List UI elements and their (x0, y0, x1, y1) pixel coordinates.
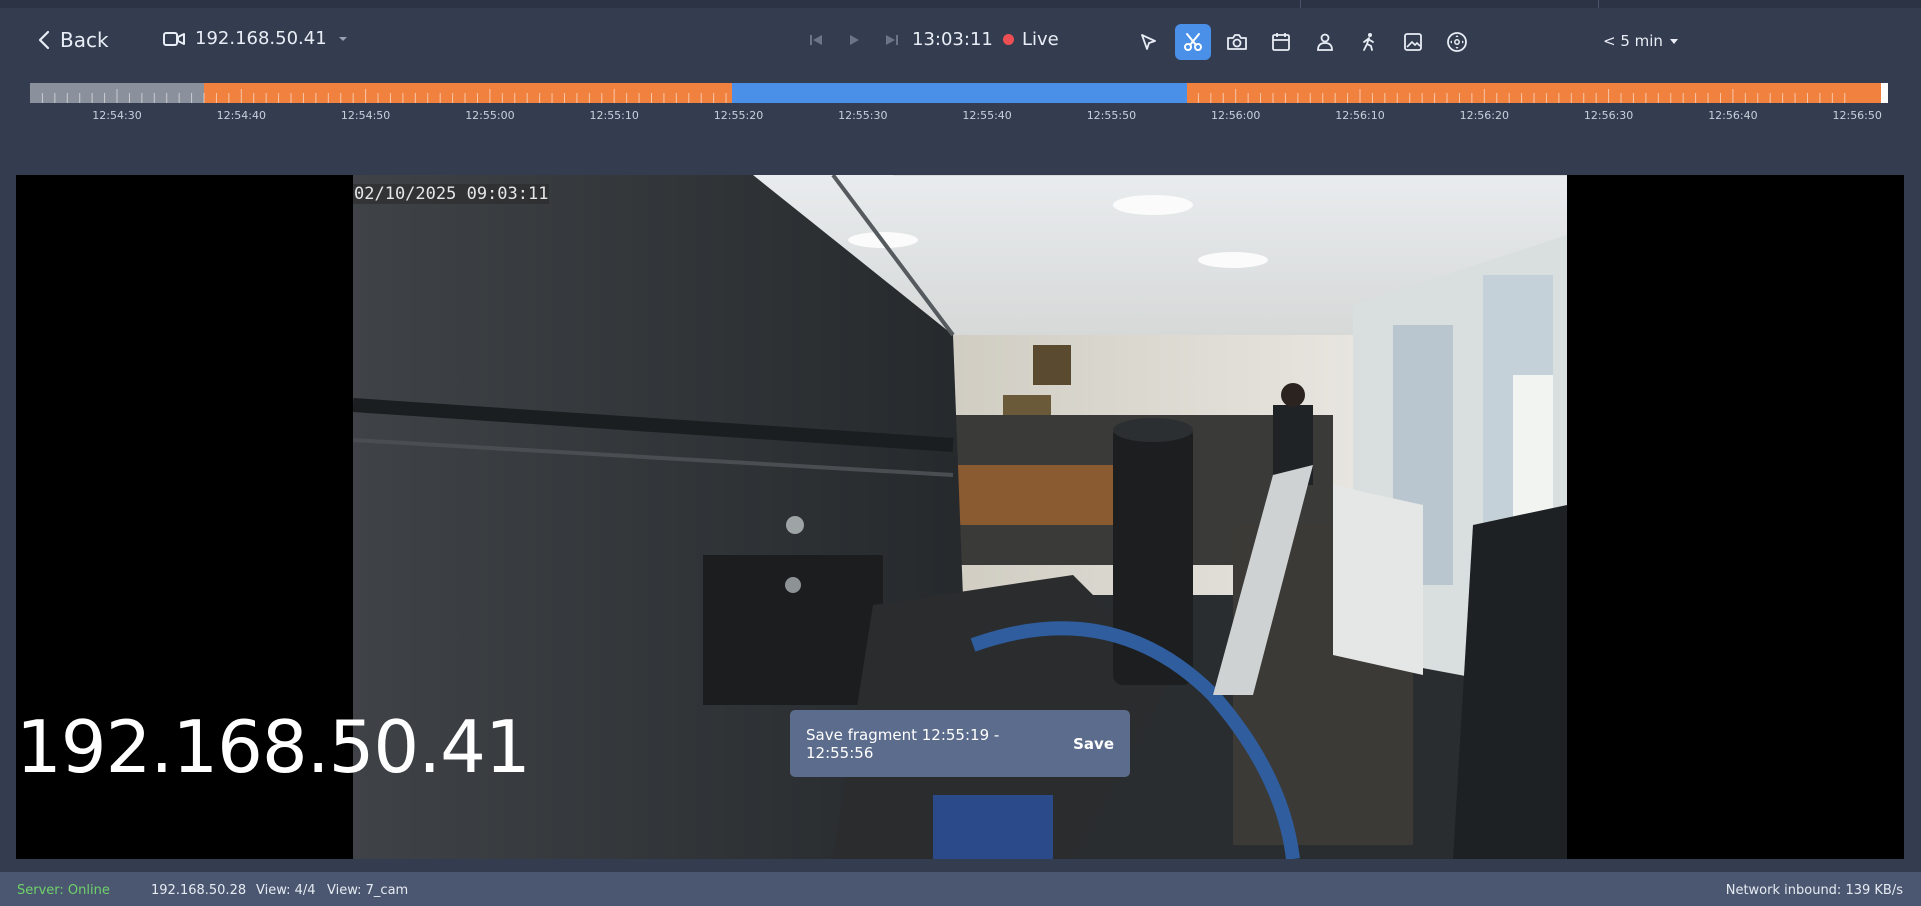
ptz-control-button[interactable] (1439, 24, 1475, 60)
skip-back-button[interactable] (806, 30, 826, 50)
timeline-tick-label: 12:55:20 (713, 109, 764, 122)
scissors-icon (1184, 33, 1202, 51)
toolbar: Back 192.168.50.41 13:03:11 Live < 5 min (0, 8, 1921, 72)
interval-label: < 5 min (1603, 32, 1663, 50)
tab-divider (1300, 0, 1301, 8)
calendar-icon (1272, 33, 1290, 51)
face-search-button[interactable] (1307, 24, 1343, 60)
selection-start-handle[interactable] (732, 83, 741, 103)
top-strip (0, 0, 1921, 8)
person-icon (1317, 33, 1333, 51)
timeline-tick-label: 12:55:10 (589, 109, 639, 122)
timeline-tick-label: 12:55:00 (465, 109, 515, 122)
save-fragment-panel: Save fragment 12:55:19 - 12:55:56 Save (790, 710, 1130, 777)
camera-icon (1227, 34, 1247, 50)
timeline-tick-label: 12:55:40 (962, 109, 1012, 122)
walking-person-icon (1363, 33, 1374, 51)
timeline[interactable]: 12:54:30 12:54:40 12:54:50 12:55:00 12:55:10… (30, 83, 1888, 123)
timeline-tick-label: 12:56:20 (1459, 109, 1509, 122)
image-icon (1404, 33, 1422, 51)
calendar-button[interactable] (1263, 24, 1299, 60)
timeline-tick-label: 12:56:10 (1335, 109, 1385, 122)
camera-selector[interactable]: 192.168.50.41 (163, 28, 349, 49)
back-button[interactable]: Back (38, 28, 109, 52)
skip-back-icon (810, 35, 822, 45)
play-icon (850, 35, 859, 45)
timeline-tick-label: 12:54:50 (340, 109, 391, 122)
timeline-tick-label: 12:54:40 (216, 109, 266, 122)
save-fragment-button[interactable]: Save (1073, 735, 1114, 753)
image-button[interactable] (1395, 24, 1431, 60)
timeline-tick-label: 12:56:40 (1708, 109, 1758, 122)
interval-selector[interactable]: < 5 min (1603, 32, 1679, 50)
camera-selector-label: 192.168.50.41 (195, 28, 327, 49)
selection-end-handle[interactable] (1178, 83, 1187, 103)
selection-range[interactable] (733, 83, 1183, 103)
select-tool-button[interactable] (1131, 24, 1167, 60)
timeline-tick-label: 12:55:30 (838, 109, 888, 122)
tab-divider (1598, 0, 1599, 8)
caret-down-icon (338, 36, 347, 41)
timeline-bar[interactable] (30, 83, 1888, 103)
view-name: View: 7_cam (327, 883, 409, 898)
play-button[interactable] (844, 30, 864, 50)
view-count: View: 4/4 (256, 883, 316, 898)
camera-name-overlay: 192.168.50.41 (16, 705, 531, 789)
network-inbound: Network inbound: 139 KB/s (1725, 883, 1903, 898)
osd-timestamp: 02/10/2025 09:03:11 (353, 184, 550, 204)
timeline-tick-label: 12:56:30 (1583, 109, 1634, 122)
timeline-tick-label: 12:56:50 (1832, 109, 1882, 122)
joystick-icon (1447, 32, 1467, 52)
skip-forward-icon (886, 35, 898, 45)
timeline-tick-label: 12:54:30 (92, 109, 142, 122)
status-bar: Server: Online 192.168.50.28 View: 4/4 V… (0, 872, 1921, 906)
live-label: Live (1022, 29, 1059, 50)
caret-down-icon (1669, 38, 1678, 44)
chevron-left-icon (38, 30, 50, 50)
cut-fragment-button[interactable] (1175, 24, 1211, 60)
timeline-tick-label: 12:56:00 (1210, 109, 1261, 122)
skip-forward-button[interactable] (882, 30, 902, 50)
playhead[interactable] (1881, 83, 1888, 103)
tool-buttons (1131, 24, 1475, 60)
server-status: Server: Online (17, 883, 110, 898)
live-indicator-icon (1003, 34, 1014, 45)
timecode: 13:03:11 (912, 29, 993, 50)
video-camera-icon (163, 31, 185, 46)
client-ip: 192.168.50.28 (151, 883, 247, 898)
live-button[interactable]: Live (1003, 29, 1059, 50)
snapshot-button[interactable] (1219, 24, 1255, 60)
back-label: Back (60, 28, 109, 52)
playback-controls (806, 30, 902, 50)
motion-search-button[interactable] (1351, 24, 1387, 60)
timeline-tick-label: 12:55:50 (1086, 109, 1137, 122)
cursor-icon (1141, 34, 1156, 50)
save-fragment-text: Save fragment 12:55:19 - 12:55:56 (806, 725, 1000, 762)
